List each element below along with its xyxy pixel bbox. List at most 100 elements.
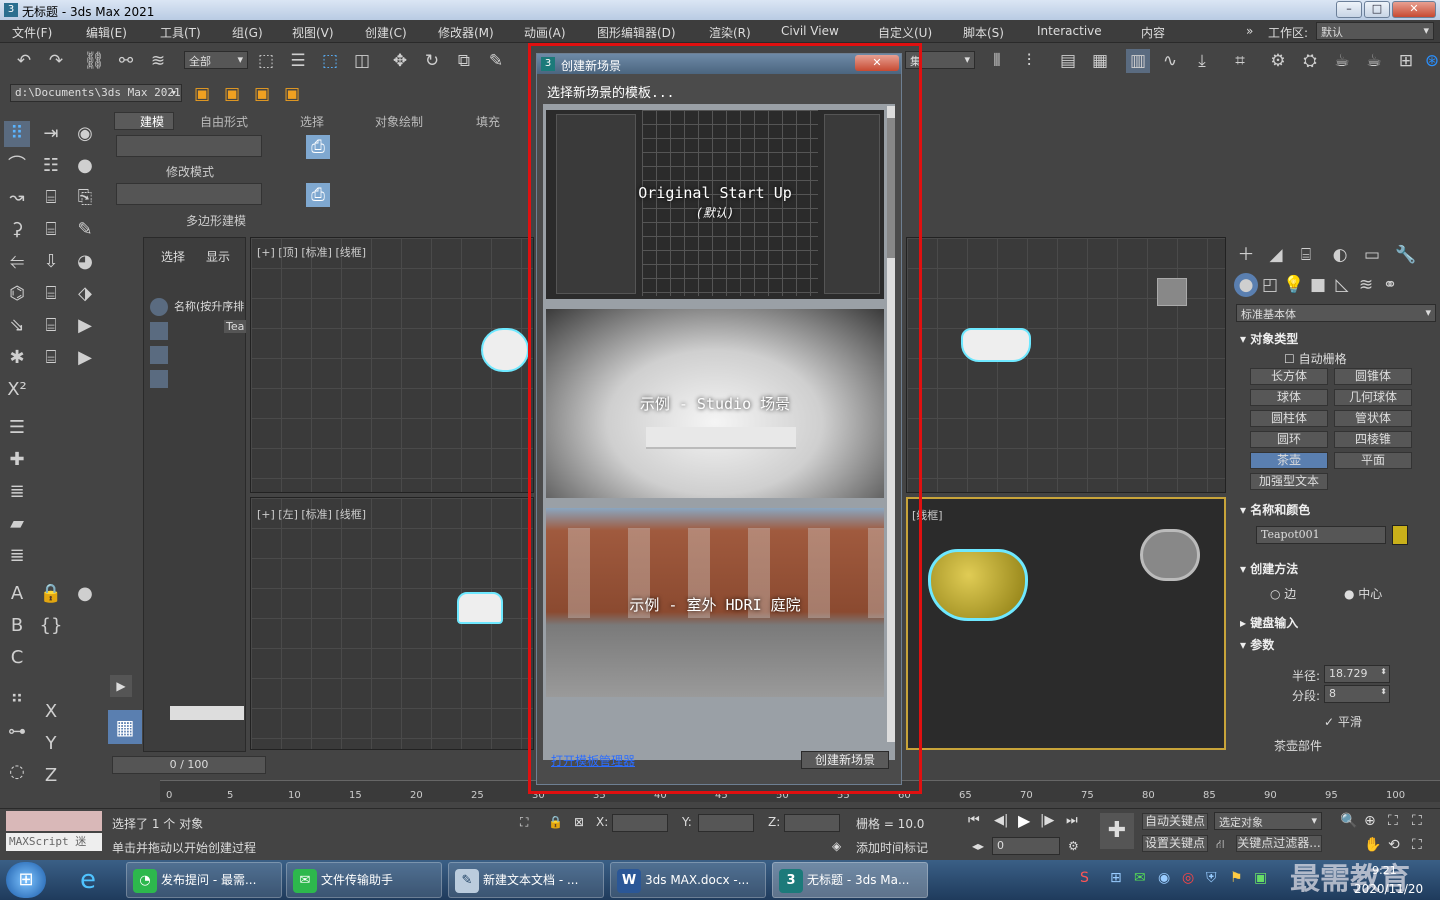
select-object-icon[interactable]: ⬚: [254, 49, 278, 73]
lasso-icon[interactable]: ⌒: [4, 153, 30, 179]
text-b-icon[interactable]: B: [4, 613, 30, 639]
workspace-select[interactable]: 默认 ▾: [1316, 22, 1434, 40]
task-wechat[interactable]: ✉ 文件传输助手: [286, 862, 442, 898]
template-scrollbar-thumb[interactable]: [887, 118, 895, 258]
menu-create[interactable]: 创建(C): [365, 24, 407, 41]
place-icon[interactable]: ✎: [484, 49, 508, 73]
open-template-manager-link[interactable]: 打开模板管理器: [551, 752, 635, 769]
set-key-big-icon[interactable]: ✚: [1100, 813, 1134, 849]
sphere-tool-icon[interactable]: ◕: [72, 249, 98, 275]
segments-spinner[interactable]: 8 ⬍: [1324, 685, 1390, 703]
menu-view[interactable]: 视图(V): [292, 24, 334, 41]
rotate-icon[interactable]: ↻: [420, 49, 444, 73]
named-selection-select[interactable]: 集 ▾: [905, 51, 975, 69]
tool-icon-m[interactable]: ▶: [72, 345, 98, 371]
tool-icon-k[interactable]: ✱: [4, 345, 30, 371]
viewport-left[interactable]: [+] [左] [标准] [线框]: [250, 497, 534, 750]
ribbon-mode-icon[interactable]: ⎙: [306, 135, 330, 159]
task-notepad[interactable]: ✎ 新建文本文档 - ...: [448, 862, 604, 898]
braces-icon[interactable]: {}: [38, 613, 64, 639]
shapes-icon[interactable]: ●: [72, 153, 98, 179]
x-coord-field[interactable]: [612, 814, 668, 832]
zoom-extents-all-icon[interactable]: ⛶: [1412, 813, 1422, 829]
rect-selection-icon[interactable]: ⬚: [318, 49, 342, 73]
y-coord-field[interactable]: [698, 814, 754, 832]
dots-icon[interactable]: ⠶: [4, 685, 30, 711]
display-tab-icon[interactable]: ▭: [1360, 243, 1384, 267]
stack2-icon[interactable]: ≣: [4, 543, 30, 569]
teapot-top-view[interactable]: [481, 328, 529, 372]
key-target-select[interactable]: 选定对象 ▾: [1214, 812, 1322, 830]
subobject-buttons[interactable]: [116, 135, 262, 157]
axis-z-icon[interactable]: Z: [38, 763, 64, 789]
template-studio-scene[interactable]: 示例 - Studio 场景: [546, 309, 884, 498]
key-filter-icon[interactable]: ⛙: [1216, 837, 1224, 853]
template-outdoor-hdri[interactable]: 示例 - 室外 HDRI 庭院: [546, 508, 884, 697]
edge-radio[interactable]: ○ 边: [1270, 585, 1296, 602]
add-icon[interactable]: ✚: [4, 447, 30, 473]
systems-category-icon[interactable]: ⚭: [1378, 273, 1402, 297]
select-by-name-icon[interactable]: ☰: [286, 49, 310, 73]
cylinder-button[interactable]: 圆柱体: [1250, 410, 1328, 427]
minimize-button[interactable]: –: [1336, 1, 1362, 18]
xp-icon[interactable]: X²: [4, 377, 30, 403]
menu-rendering[interactable]: 渲染(R): [709, 24, 751, 41]
scene-column-header[interactable]: 名称(按升序排: [174, 298, 244, 314]
menu-graph-editors[interactable]: 图形编辑器(D): [597, 24, 676, 41]
tool-icon-g[interactable]: ⌸: [38, 281, 64, 307]
teapot-perspective-view[interactable]: [928, 549, 1028, 621]
text-c-icon[interactable]: C: [4, 645, 30, 671]
set-key-button[interactable]: 设置关键点: [1142, 835, 1208, 852]
time-tag-icon[interactable]: ◈: [832, 839, 841, 853]
task-word[interactable]: W 3ds MAX.docx -...: [610, 862, 766, 898]
lights-category-icon[interactable]: 💡: [1282, 273, 1306, 297]
viewport-front[interactable]: [906, 237, 1226, 493]
filter-lights-icon[interactable]: [150, 346, 168, 364]
zoom-all-icon[interactable]: ⊕: [1364, 813, 1376, 829]
radius-spinner[interactable]: 18.729 ⬍: [1324, 665, 1390, 683]
name-color-header[interactable]: ▾ 名称和颜色: [1240, 501, 1310, 518]
viewport-config-icon[interactable]: ◉: [72, 121, 98, 147]
tray-qq-icon[interactable]: ◉: [1158, 870, 1170, 886]
key-filters-button[interactable]: 关键点过滤器...: [1236, 835, 1322, 852]
tab-selection[interactable]: 选择: [300, 113, 324, 130]
maxscript-input[interactable]: MAXScript 迷: [6, 833, 102, 851]
poly-buttons[interactable]: [116, 183, 262, 205]
render-setup-icon[interactable]: ⛭: [1298, 49, 1322, 73]
isolate-icon[interactable]: ⛶: [520, 815, 528, 830]
tab-freeform[interactable]: 自由形式: [200, 113, 248, 130]
spacewarps-category-icon[interactable]: ≋: [1354, 273, 1378, 297]
ribbon-mode2-icon[interactable]: ⎙: [306, 183, 330, 207]
menu-interactive[interactable]: Interactive: [1037, 24, 1102, 38]
prev-frame-icon[interactable]: ◀|: [994, 813, 1008, 828]
geosphere-button[interactable]: 几何球体: [1334, 389, 1412, 406]
dope-sheet-icon[interactable]: ⤓: [1190, 49, 1214, 73]
circle-icon[interactable]: ●: [72, 581, 98, 607]
project-path-select[interactable]: d:\Documents\3ds Max 2021 ▾: [10, 84, 182, 102]
dotted-circle-icon[interactable]: ◌: [4, 759, 30, 785]
shapes-category-icon[interactable]: ◰: [1258, 273, 1282, 297]
lock-icon[interactable]: 🔒: [38, 581, 64, 607]
task-3dsmax[interactable]: 3 无标题 - 3ds Ma...: [772, 862, 928, 898]
tool-icon-d[interactable]: ⥢: [4, 249, 30, 275]
autogrid-checkbox[interactable]: ☐ 自动栅格: [1284, 350, 1347, 367]
schematic-view-icon[interactable]: ⌗: [1228, 49, 1252, 73]
start-button[interactable]: ⊞: [6, 862, 46, 898]
menu-edit[interactable]: 编辑(E): [86, 24, 127, 41]
mirror-icon[interactable]: ⫴: [985, 49, 1009, 73]
next-frame-icon[interactable]: |▶: [1040, 813, 1054, 828]
menu-modifiers[interactable]: 修改器(M): [438, 24, 494, 41]
tool-icon-c[interactable]: ⌸: [38, 217, 64, 243]
pan-icon[interactable]: ✋: [1364, 837, 1381, 853]
creation-method-header[interactable]: ▾ 创建方法: [1240, 560, 1298, 577]
bind-spacewarp-icon[interactable]: ≋: [146, 49, 170, 73]
motion-tab-icon[interactable]: ◐: [1328, 243, 1352, 267]
help-link-icon[interactable]: ⊛: [1420, 49, 1440, 73]
axis-x-icon[interactable]: X: [38, 699, 64, 725]
filter-shapes-icon[interactable]: [150, 322, 168, 340]
cameras-category-icon[interactable]: ■: [1306, 273, 1330, 297]
curve-editor-icon[interactable]: ∿: [1158, 49, 1182, 73]
brush-icon[interactable]: ✎: [72, 217, 98, 243]
rendered-frame-icon[interactable]: ☕: [1330, 49, 1354, 73]
sphere-button[interactable]: 球体: [1250, 389, 1328, 406]
